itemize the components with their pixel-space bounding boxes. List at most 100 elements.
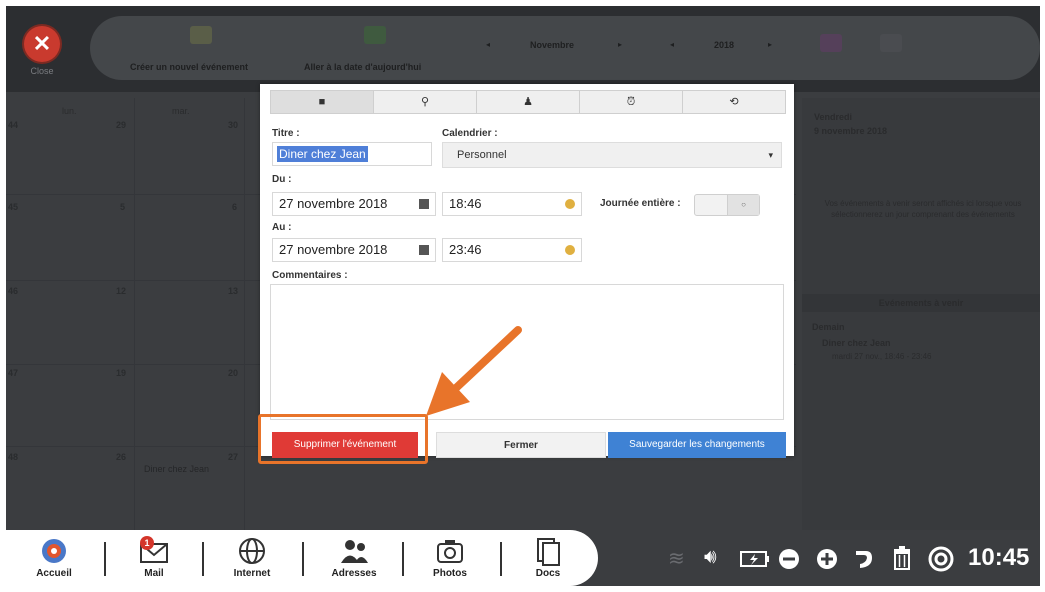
close-label: Close bbox=[30, 66, 54, 76]
to-time-value: 23:46 bbox=[449, 242, 482, 257]
dock-separator bbox=[402, 542, 404, 576]
tab-repeat[interactable]: ⟲ bbox=[683, 91, 785, 113]
help-icon[interactable] bbox=[928, 546, 954, 572]
dock-label: Photos bbox=[433, 568, 467, 579]
day-date: 9 novembre 2018 bbox=[814, 126, 888, 136]
today-icon bbox=[364, 26, 386, 44]
tab-attendees[interactable]: ♟ bbox=[477, 91, 580, 113]
year-label: 2018 bbox=[714, 40, 735, 50]
create-event-icon bbox=[190, 26, 212, 44]
goto-today-button[interactable]: Aller à la date d'aujourd'hui bbox=[304, 62, 421, 72]
contacts-icon bbox=[341, 540, 368, 563]
day-cell[interactable]: 20 bbox=[228, 368, 238, 378]
calendar-icon[interactable] bbox=[419, 199, 429, 209]
day-cell[interactable]: 6 bbox=[232, 202, 237, 212]
camera-icon bbox=[437, 540, 463, 563]
volume-icon[interactable]: 🔊︎ bbox=[704, 546, 717, 569]
title-value: Diner chez Jean bbox=[277, 146, 368, 162]
create-event-button[interactable]: Créer un nouvel événement bbox=[130, 62, 248, 72]
clock-icon[interactable] bbox=[565, 199, 575, 209]
annotation-arrow-icon bbox=[426, 326, 522, 416]
dock-label: Internet bbox=[233, 568, 271, 579]
from-date-input[interactable]: 27 novembre 2018 bbox=[272, 192, 436, 216]
day-cell[interactable]: 5 bbox=[120, 202, 125, 212]
empty-message: Vos événements à venir seront affichés i… bbox=[824, 199, 1022, 219]
next-year-button[interactable]: ▸ bbox=[768, 40, 772, 49]
tab-general[interactable]: ■ bbox=[271, 91, 374, 113]
dock-photos[interactable]: Photos bbox=[414, 534, 486, 584]
day-cell[interactable]: 26 bbox=[116, 452, 126, 462]
dock-label: Accueil bbox=[36, 568, 72, 579]
dock-label: Docs bbox=[535, 568, 561, 579]
day-cell[interactable]: 13 bbox=[228, 286, 238, 296]
attendees-icon: ♟ bbox=[523, 96, 533, 108]
trash-icon[interactable] bbox=[892, 546, 912, 570]
allday-toggle[interactable]: ○ bbox=[694, 194, 760, 216]
location-icon: ⚲ bbox=[420, 96, 430, 108]
day-cell[interactable]: 19 bbox=[116, 368, 126, 378]
grid-divider bbox=[134, 98, 135, 530]
day-cell[interactable]: 12 bbox=[116, 286, 126, 296]
battery-icon[interactable] bbox=[740, 550, 770, 568]
to-time-input[interactable]: 23:46 bbox=[442, 238, 582, 262]
dock-mail[interactable]: Mail bbox=[118, 534, 190, 584]
dock-label: Adresses bbox=[331, 568, 377, 579]
prev-month-button[interactable]: ◂ bbox=[486, 40, 490, 49]
export-icon[interactable] bbox=[820, 34, 842, 52]
wifi-icon[interactable]: ≋ bbox=[668, 546, 685, 571]
col-head-tue: mar. bbox=[172, 106, 190, 116]
day-cell[interactable]: 29 bbox=[116, 120, 126, 130]
dock-docs[interactable]: Docs bbox=[512, 534, 584, 584]
title-input[interactable]: Diner chez Jean bbox=[272, 142, 432, 166]
dock-contacts[interactable]: Adresses bbox=[318, 534, 390, 584]
tab-reminders[interactable]: ⏰︎ bbox=[580, 91, 683, 113]
day-cell[interactable]: 27 bbox=[228, 452, 238, 462]
calendar-icon[interactable] bbox=[419, 245, 429, 255]
upcoming-event-time: mardi 27 nov., 18:46 - 23:46 bbox=[832, 352, 932, 361]
upcoming-header: Evénements à venir bbox=[802, 294, 1040, 312]
tab-location[interactable]: ⚲ bbox=[374, 91, 477, 113]
dialog-tabs: ■ ⚲ ♟ ⏰︎ ⟲ bbox=[270, 90, 786, 114]
repeat-icon: ⟲ bbox=[729, 96, 739, 108]
dock-separator bbox=[302, 542, 304, 576]
home-icon bbox=[42, 539, 66, 563]
save-changes-button[interactable]: Sauvegarder les changements bbox=[608, 432, 786, 458]
dock-internet[interactable]: Internet bbox=[216, 534, 288, 584]
dock-separator bbox=[500, 542, 502, 576]
dock-label: Mail bbox=[144, 568, 164, 579]
mail-badge: 1 bbox=[140, 536, 154, 550]
calendar-value: Personnel bbox=[457, 149, 507, 161]
prev-year-button[interactable]: ◂ bbox=[670, 40, 674, 49]
to-date-input[interactable]: 27 novembre 2018 bbox=[272, 238, 436, 262]
col-head-mon: lun. bbox=[62, 106, 77, 116]
from-time-input[interactable]: 18:46 bbox=[442, 192, 582, 216]
close-icon[interactable]: ✕ bbox=[24, 26, 60, 62]
dock-home[interactable]: Accueil bbox=[18, 534, 90, 584]
week-number: 48 bbox=[8, 452, 19, 462]
next-month-button[interactable]: ▸ bbox=[618, 40, 622, 49]
toolbar: Créer un nouvel événement Aller à la dat… bbox=[90, 16, 1040, 80]
dock-separator bbox=[202, 542, 204, 576]
zoom-out-icon[interactable] bbox=[778, 548, 800, 570]
week-number: 44 bbox=[8, 120, 19, 130]
comments-label: Commentaires : bbox=[272, 270, 348, 281]
back-icon[interactable] bbox=[852, 548, 874, 570]
highlight-box bbox=[258, 414, 428, 464]
day-cell[interactable]: 30 bbox=[228, 120, 238, 130]
chevron-down-icon: ▾ bbox=[768, 150, 773, 160]
from-date-value: 27 novembre 2018 bbox=[279, 196, 388, 211]
calendar-event[interactable]: Diner chez Jean bbox=[144, 464, 209, 474]
calendar-label: Calendrier : bbox=[442, 128, 498, 139]
docs-icon bbox=[537, 538, 560, 566]
close-dialog-button[interactable]: Fermer bbox=[436, 432, 606, 458]
to-label: Au : bbox=[272, 222, 292, 233]
allday-label: Journée entière : bbox=[600, 198, 681, 209]
zoom-in-icon[interactable] bbox=[816, 548, 838, 570]
from-time-value: 18:46 bbox=[449, 196, 482, 211]
selected-day: Vendredi 9 novembre 2018 bbox=[814, 110, 887, 138]
print-icon[interactable] bbox=[880, 34, 902, 52]
calendar-select[interactable]: Personnel ▾ bbox=[442, 142, 782, 168]
clock-icon[interactable] bbox=[565, 245, 575, 255]
dock-separator bbox=[104, 542, 106, 576]
upcoming-event[interactable]: Diner chez Jean bbox=[822, 338, 891, 348]
